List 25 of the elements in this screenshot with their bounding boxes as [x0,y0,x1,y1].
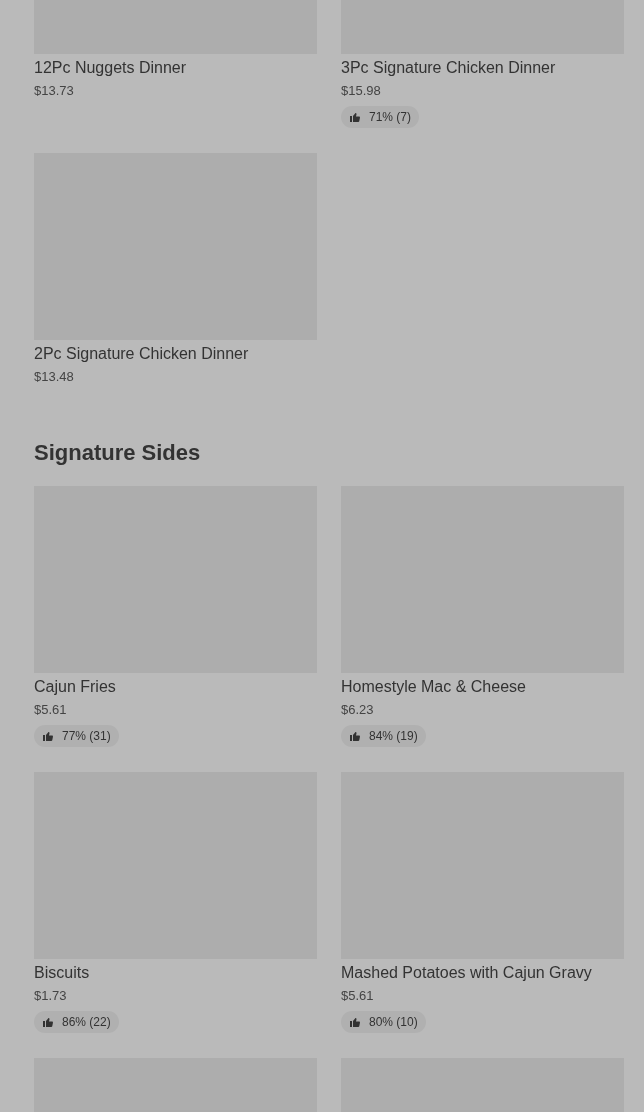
section-heading: Signature Sides [34,439,202,467]
item-price: $13.73 [34,82,74,100]
item-name[interactable]: Cajun Fries [34,676,116,698]
thumbs-up-icon [349,1016,361,1028]
thumbs-up-icon [349,111,361,123]
item-price: $15.98 [341,82,381,100]
thumbs-up-icon [42,730,54,742]
item-name[interactable]: Biscuits [34,962,90,984]
item-name[interactable]: Mashed Potatoes with Cajun Gravy [341,962,592,984]
item-price: $13.48 [34,368,74,386]
item-price: $5.61 [34,701,67,719]
rating-text: 71% (7) [369,109,412,126]
item-name[interactable]: 2Pc Signature Chicken Dinner [34,343,249,365]
item-price: $5.61 [341,987,374,1005]
rating-text: 80% (10) [369,1014,418,1031]
thumbs-up-icon [349,730,361,742]
rating-text: 84% (19) [369,728,418,745]
rating-text: 77% (31) [62,728,111,745]
rating-text: 86% (22) [62,1014,111,1031]
thumbs-up-icon [42,1016,54,1028]
item-name[interactable]: Homestyle Mac & Cheese [341,676,526,698]
item-name[interactable]: 3Pc Signature Chicken Dinner [341,57,556,79]
item-price: $6.23 [341,701,374,719]
item-name[interactable]: 12Pc Nuggets Dinner [34,57,187,79]
item-price: $1.73 [34,987,67,1005]
